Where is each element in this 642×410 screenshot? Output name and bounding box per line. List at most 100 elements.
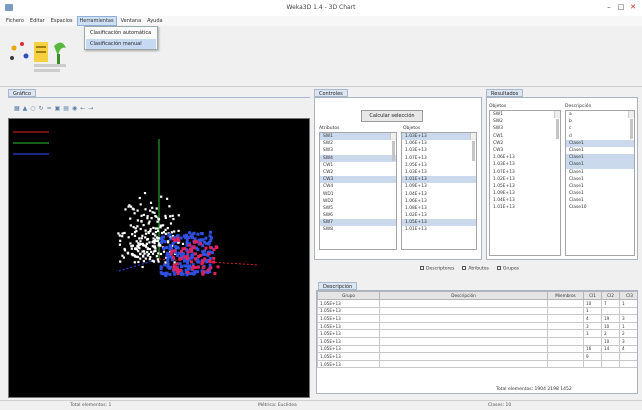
- list-item[interactable]: c: [566, 125, 634, 132]
- scatter-plot[interactable]: [9, 119, 309, 397]
- menu-ventana[interactable]: Ventana: [119, 16, 144, 26]
- list-item[interactable]: 1.06E+13: [490, 154, 560, 161]
- minimize-icon[interactable]: –: [604, 2, 614, 12]
- column-header[interactable]: Cl2: [601, 291, 620, 300]
- list-item[interactable]: 1.02E+13: [490, 176, 560, 183]
- list-item[interactable]: 1.03E+13: [402, 147, 476, 154]
- list-item[interactable]: 1.07E+13: [402, 155, 476, 162]
- select-icon[interactable]: ▦: [14, 105, 20, 112]
- menu-fichero[interactable]: Fichero: [4, 16, 26, 26]
- list-item[interactable]: Clase1: [566, 161, 634, 169]
- 3d-viewer[interactable]: [8, 118, 310, 398]
- list-item[interactable]: 1.03E+13: [402, 169, 476, 176]
- scrollbar[interactable]: [390, 133, 396, 161]
- list-item[interactable]: 1.05E+13: [490, 183, 560, 190]
- view-icon[interactable]: ▣: [55, 105, 61, 112]
- column-header[interactable]: Miembros: [547, 291, 584, 300]
- list-item[interactable]: Clase1: [566, 176, 634, 183]
- color-icon[interactable]: ◉: [72, 105, 77, 112]
- dropdown-item-manual[interactable]: Clasificación manual: [86, 39, 156, 49]
- results-objects-list[interactable]: SW1 SW2 SW3 CW1 CW2 CW3 1.06E+13 1.03E+13 1.07E+…: [489, 110, 561, 256]
- scrollbar[interactable]: [628, 111, 634, 139]
- list-item[interactable]: CW2: [320, 169, 396, 176]
- checkbox-atributos[interactable]: Atributos: [462, 266, 489, 272]
- list-item[interactable]: d: [566, 133, 634, 140]
- list-item[interactable]: SW3: [320, 147, 396, 154]
- column-header[interactable]: Grupo: [317, 291, 380, 300]
- checkbox-box[interactable]: [420, 266, 424, 270]
- table-row[interactable]: 1.05E+13 16 14 4: [317, 344, 637, 354]
- list-item[interactable]: Clase1: [566, 147, 634, 154]
- checkbox-descriptores[interactable]: Descriptores: [420, 266, 454, 272]
- list-item[interactable]: SW5: [320, 205, 396, 212]
- list-item[interactable]: 1.01E+13: [490, 204, 560, 211]
- list-item[interactable]: WD1: [320, 191, 396, 198]
- close-icon[interactable]: ✕: [628, 2, 638, 12]
- column-header[interactable]: Cl1: [583, 291, 602, 300]
- list-item[interactable]: CW1: [490, 133, 560, 140]
- table-row[interactable]: 1.05E+13: [317, 359, 637, 369]
- move-right-icon[interactable]: →: [88, 105, 93, 112]
- list-item[interactable]: Clase1: [566, 197, 634, 204]
- table-row[interactable]: 1.05E+13 1 2 2: [317, 329, 637, 338]
- table-row[interactable]: 1.05E+13 10 3: [317, 336, 637, 346]
- rotate-icon[interactable]: ↻: [39, 105, 44, 112]
- list-item[interactable]: 1.09E+13: [402, 183, 476, 190]
- pan-icon[interactable]: ▲: [23, 105, 28, 112]
- list-item[interactable]: 1.07E+13: [490, 169, 560, 176]
- list-item[interactable]: SW8: [320, 226, 396, 233]
- scrollbar[interactable]: [554, 111, 560, 139]
- tab-resultados[interactable]: Resultados: [486, 89, 524, 97]
- list-item[interactable]: a: [566, 111, 634, 118]
- list-item[interactable]: WD2: [320, 198, 396, 205]
- table-row[interactable]: 1.05E+13 10 7 1: [317, 299, 637, 308]
- list-item[interactable]: SW2: [320, 140, 396, 147]
- menu-espacios[interactable]: Espacios: [49, 16, 75, 26]
- list-item[interactable]: 1.03E+13: [402, 133, 476, 141]
- calculate-selection-button[interactable]: Calcular selección: [361, 110, 423, 122]
- scrollbar[interactable]: [470, 133, 476, 161]
- list-item[interactable]: Clase1: [566, 190, 634, 197]
- list-item[interactable]: 1.02E+13: [402, 212, 476, 219]
- list-item[interactable]: 1.05E+13: [402, 162, 476, 169]
- list-item[interactable]: Clase1: [566, 183, 634, 190]
- maximize-icon[interactable]: □: [616, 2, 626, 12]
- column-header[interactable]: Cl3: [619, 291, 637, 300]
- list-item[interactable]: 1.09E+13: [490, 190, 560, 197]
- menu-herramientas[interactable]: Herramientas: [76, 16, 117, 26]
- list-item[interactable]: Clase1: [566, 139, 634, 147]
- table-row[interactable]: 1.05E+13 9: [317, 352, 637, 361]
- menu-editar[interactable]: Editar: [28, 16, 47, 26]
- checkbox-box[interactable]: [496, 266, 501, 270]
- list-item[interactable]: 1.06E+13: [402, 198, 476, 205]
- table-row[interactable]: 1.05E+13 1: [317, 306, 637, 316]
- list-item[interactable]: SW1: [320, 133, 396, 141]
- list-item[interactable]: SW2: [490, 118, 560, 125]
- checkbox-box[interactable]: [462, 266, 467, 270]
- list-item[interactable]: 1.08E+13: [402, 205, 476, 212]
- list-item[interactable]: SW4: [320, 154, 396, 162]
- list-item[interactable]: 1.01E+13: [402, 226, 476, 233]
- list-item[interactable]: SW6: [320, 212, 396, 219]
- list-item[interactable]: 1.05E+13: [402, 219, 476, 227]
- dropdown-item-auto[interactable]: Clasificación automática: [86, 28, 156, 38]
- list-item[interactable]: b: [566, 118, 634, 125]
- table-row[interactable]: 1.05E+13 4 19 3: [317, 314, 637, 323]
- list-item[interactable]: Clase1: [566, 169, 634, 176]
- axis-icon[interactable]: ≈: [47, 105, 52, 112]
- list-item[interactable]: Clase1: [566, 154, 634, 162]
- list-item[interactable]: 1.04E+13: [490, 197, 560, 204]
- results-description-list[interactable]: a b c d Clase1 Clase1 Clase1 Clase1 Clase1 Clase1…: [565, 110, 635, 256]
- table-row[interactable]: 1.05E+13 3 10 1: [317, 321, 637, 331]
- column-header[interactable]: Descripción: [379, 291, 548, 300]
- tab-grafico[interactable]: Gráfico: [8, 89, 36, 97]
- tab-controles[interactable]: Controles: [314, 89, 348, 97]
- tab-descripcion[interactable]: Descripción: [318, 282, 358, 290]
- list-item[interactable]: SW7: [320, 219, 396, 227]
- list-item[interactable]: 1.03E+13: [490, 161, 560, 168]
- list-item[interactable]: CW3: [320, 176, 396, 184]
- list-item[interactable]: CW4: [320, 183, 396, 190]
- list-item[interactable]: CW2: [490, 140, 560, 147]
- menu-ayuda[interactable]: Ayuda: [145, 16, 164, 26]
- list-item[interactable]: CW1: [320, 162, 396, 169]
